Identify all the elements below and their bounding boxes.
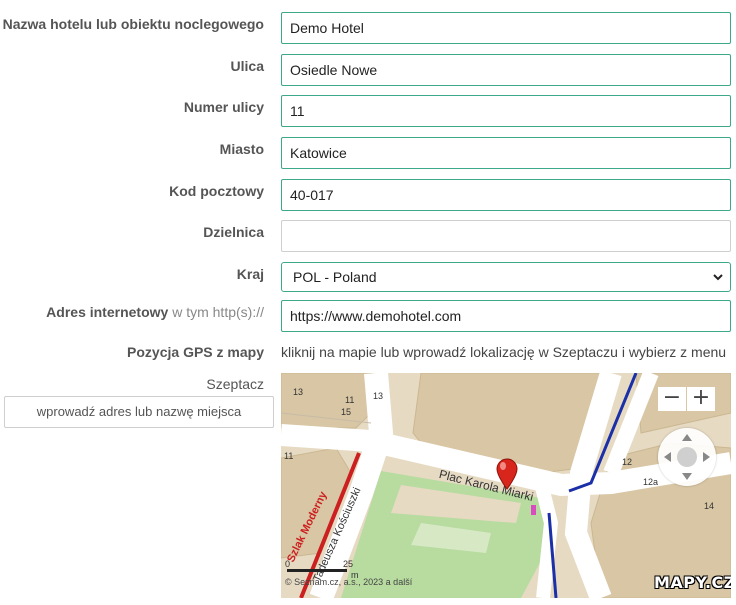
- website-label-text: Adres internetowy: [46, 304, 169, 320]
- district-input[interactable]: [281, 220, 731, 252]
- website-input[interactable]: https://www.demohotel.com: [281, 300, 731, 332]
- map-attribution: © Seznam.cz, a.s., 2023 a další: [285, 577, 413, 587]
- hotel-name-input[interactable]: Demo Hotel: [281, 12, 731, 44]
- gps-instruction: kliknij na mapie lub wprowadź lokalizacj…: [281, 344, 727, 360]
- zoom-in-button[interactable]: +: [687, 387, 715, 411]
- country-select-value: POL - Poland: [293, 269, 377, 285]
- house-number: 13: [373, 391, 384, 401]
- street-number-input[interactable]: 11: [281, 95, 731, 127]
- house-number: 11: [345, 395, 355, 405]
- district-label: Dzielnica: [203, 224, 264, 240]
- house-number: 11: [284, 451, 294, 461]
- city-label: Miasto: [219, 141, 264, 157]
- website-label: Adres internetowy w tym http(s)://: [0, 304, 264, 320]
- zoom-out-button[interactable]: −: [658, 387, 686, 411]
- whisperer-label: Szeptacz: [206, 376, 264, 392]
- country-label: Kraj: [236, 266, 264, 282]
- chevron-down-icon: [713, 274, 723, 281]
- postal-code-label: Kod pocztowy: [169, 183, 264, 199]
- house-number: 12: [622, 457, 633, 467]
- house-number: 13: [293, 387, 304, 397]
- gps-label: Pozycja GPS z mapy: [127, 344, 264, 360]
- street-number-label: Numer ulicy: [183, 99, 264, 115]
- website-label-hint: w tym http(s)://: [172, 304, 264, 320]
- scale-label: 0: [285, 559, 291, 569]
- street-label: Ulica: [230, 58, 264, 74]
- mapy-cz-logo[interactable]: MAPY.CZ: [654, 573, 731, 592]
- house-number: 12a: [643, 477, 659, 487]
- house-number: 15: [341, 407, 352, 417]
- city-input[interactable]: Katowice: [281, 137, 731, 169]
- map[interactable]: Plac Karola Miarki Szlak Moderny Tadeusz…: [281, 373, 731, 598]
- scale-label: 25: [343, 559, 354, 569]
- hotel-name-label: Nazwa hotelu lub obiektu noclegowego: [2, 16, 264, 32]
- map-pan-control[interactable]: [658, 428, 716, 486]
- map-scale-bar: [287, 569, 347, 572]
- whisperer-input[interactable]: wprowadź adres lub nazwę miejsca: [4, 396, 274, 428]
- postal-code-input[interactable]: 40-017: [281, 179, 731, 211]
- map-marker-icon[interactable]: [496, 458, 518, 490]
- country-select[interactable]: POL - Poland: [281, 262, 731, 292]
- house-number: 14: [704, 501, 715, 511]
- pan-arrows-icon[interactable]: [658, 428, 716, 486]
- street-input[interactable]: Osiedle Nowe: [281, 54, 731, 86]
